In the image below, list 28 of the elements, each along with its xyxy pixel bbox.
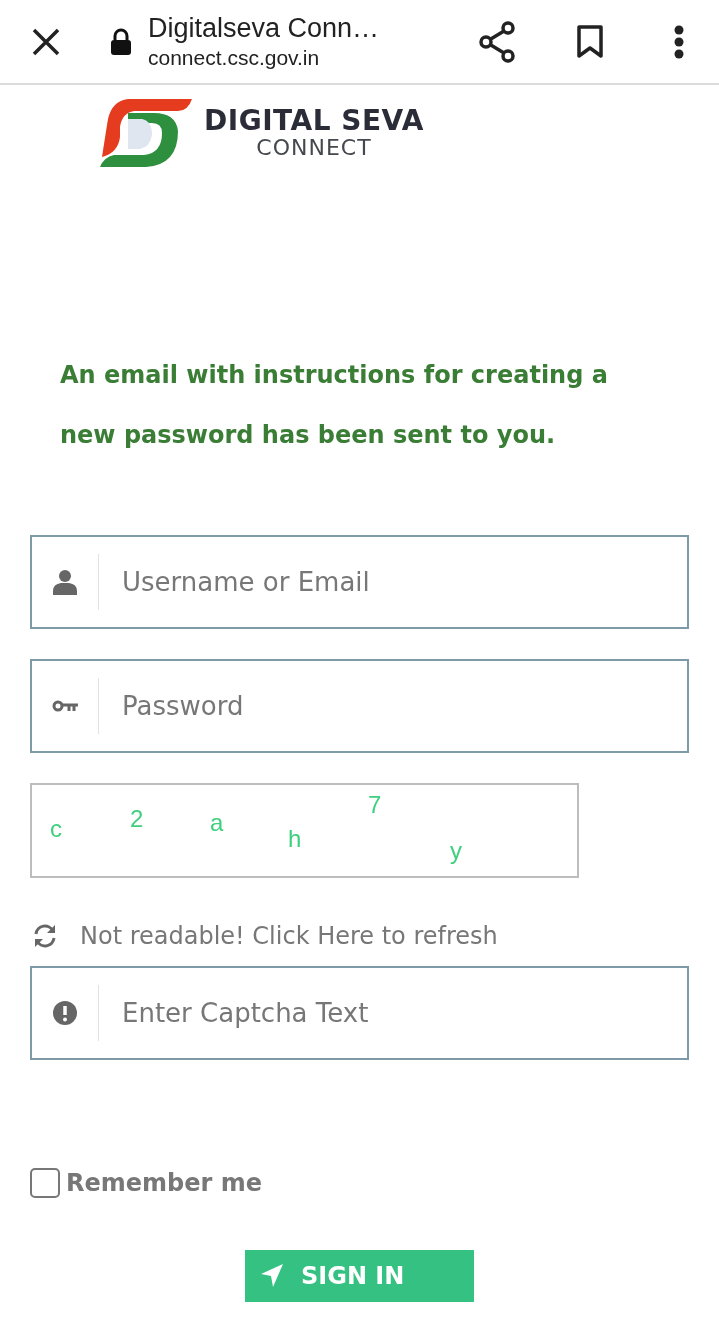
success-message: An email with instructions for creating a new password has been sent to you. [60, 360, 609, 451]
input-field[interactable]: Enter Captcha Text [30, 966, 689, 1060]
captcha-character: 2 [130, 805, 144, 833]
more-icon[interactable] [674, 24, 684, 59]
logo-title: DIGITAL SEVA [204, 106, 424, 136]
input-field[interactable]: Username or Email [30, 535, 689, 629]
bookmark-icon[interactable] [576, 24, 604, 59]
logo-icon [98, 97, 194, 169]
checkbox-label: Remember me [66, 1168, 262, 1198]
captcha-character: h [288, 825, 302, 853]
user-icon [53, 569, 77, 595]
key-icon [52, 700, 78, 712]
captcha-character: c [50, 815, 62, 843]
refresh-link[interactable]: Not readable! Click Here to refresh [80, 922, 498, 950]
refresh-icon[interactable] [32, 924, 58, 948]
url-text: connect.csc.gov.in [148, 44, 321, 71]
input-field[interactable]: Password [30, 659, 689, 753]
checkbox[interactable] [30, 1168, 60, 1198]
lock-icon [110, 27, 132, 56]
captcha-character: y [450, 837, 462, 865]
share-icon[interactable] [478, 20, 518, 63]
alert-icon [53, 1001, 77, 1025]
captcha-character: 7 [368, 791, 382, 819]
sign-in-button[interactable]: SIGN IN [245, 1250, 474, 1302]
navigation-arrow-icon [259, 1263, 285, 1289]
page-title: Digitalseva Conn… [148, 11, 381, 44]
captcha-character: a [210, 809, 224, 837]
logo-subtitle: CONNECT [256, 136, 372, 160]
